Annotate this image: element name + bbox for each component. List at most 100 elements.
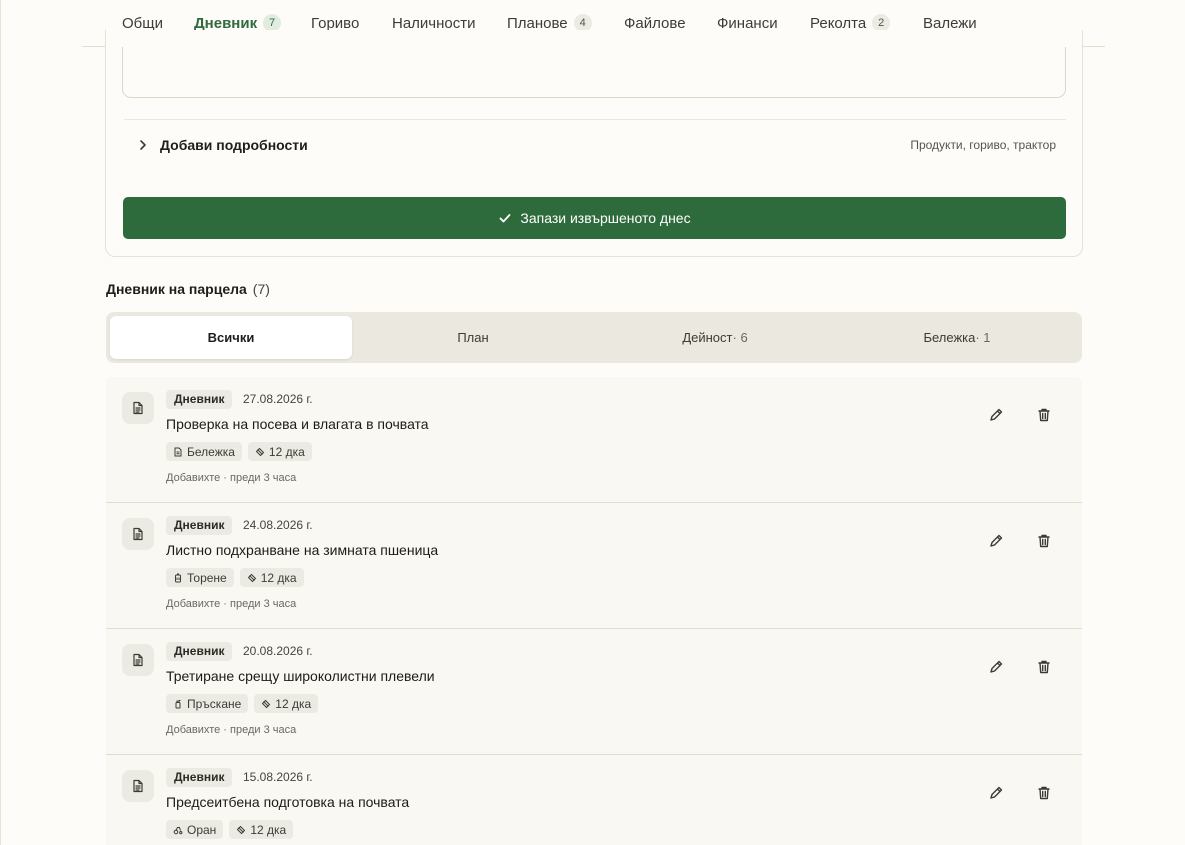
tractor-icon bbox=[173, 826, 183, 834]
entry-chips: Пръскане 12 дка bbox=[166, 694, 319, 713]
journal-title: Дневник на парцела bbox=[106, 281, 247, 297]
entry-type-badge: Дневник bbox=[166, 516, 233, 535]
filter-label: Бележка bbox=[923, 330, 976, 345]
delete-button[interactable] bbox=[1034, 657, 1054, 677]
edit-button[interactable] bbox=[986, 657, 1006, 677]
pencil-icon bbox=[990, 408, 1003, 421]
entry-type-badge: Дневник bbox=[166, 390, 233, 409]
journal-entry: Дневник 27.08.2026 г. Проверка на посева… bbox=[106, 377, 1082, 503]
entry-date: 15.08.2026 г. bbox=[243, 770, 313, 784]
filter-label: Всички bbox=[207, 330, 255, 345]
add-details-toggle[interactable]: Добави подробности Продукти, гориво, тра… bbox=[124, 119, 1066, 169]
page: Общи Дневник 7 Гориво Наличности Планове… bbox=[0, 0, 1185, 845]
filter-all[interactable]: Всички bbox=[110, 316, 352, 359]
journal-form-card: Добави подробности Продукти, гориво, тра… bbox=[105, 30, 1083, 257]
filter-count: · 1 bbox=[975, 330, 991, 345]
chip-label: Бележка bbox=[187, 444, 235, 459]
entry-chip: 12 дка bbox=[239, 568, 304, 587]
entry-chip: 12 дка bbox=[247, 442, 312, 461]
pencil-icon bbox=[990, 786, 1003, 799]
edit-button[interactable] bbox=[986, 783, 1006, 803]
tab-label: Общи bbox=[122, 14, 163, 32]
pencil-icon bbox=[990, 660, 1003, 673]
entry-title: Листно подхранване на зимната пшеница bbox=[166, 542, 439, 558]
entry-chip: Пръскане bbox=[166, 694, 249, 713]
entry-meta: Добавихте · преди 3 часа bbox=[166, 724, 297, 736]
chevron-right-icon bbox=[140, 139, 146, 150]
add-details-hint: Продукти, гориво, трактор bbox=[910, 137, 1056, 152]
entry-chip: Торене bbox=[166, 568, 234, 587]
tab-label: Наличности bbox=[392, 14, 476, 32]
chip-label: 12 дка bbox=[268, 444, 305, 459]
save-button-label: Запази извършеното днес bbox=[520, 210, 691, 226]
notes-textarea[interactable] bbox=[122, 47, 1066, 98]
filter-note[interactable]: Бележка · 1 bbox=[836, 316, 1078, 359]
chip-label: Пръскане bbox=[187, 696, 242, 711]
journal-entry: Дневник 20.08.2026 г. Третиране срещу ши… bbox=[106, 629, 1082, 755]
entry-chip: Оран bbox=[166, 820, 224, 839]
chip-label: 12 дка bbox=[275, 696, 312, 711]
entry-chips: Оран 12 дка bbox=[166, 820, 294, 839]
document-icon bbox=[122, 644, 154, 676]
journal-entry: Дневник 15.08.2026 г. Предсеитбена подго… bbox=[106, 755, 1082, 845]
journal-filter-segmented: Всички План Дейност · 6 Бележка · 1 bbox=[106, 312, 1082, 363]
entry-chips: Бележка 12 дка bbox=[166, 442, 312, 461]
trash-icon bbox=[1038, 660, 1050, 674]
entry-title: Предсеитбена подготовка на почвата bbox=[166, 794, 410, 810]
check-icon bbox=[500, 214, 511, 223]
entry-chips: Торене 12 дка bbox=[166, 568, 304, 587]
pencil-icon bbox=[990, 534, 1003, 547]
filter-activity[interactable]: Дейност · 6 bbox=[594, 316, 836, 359]
area-icon bbox=[247, 573, 256, 582]
document-icon bbox=[122, 770, 154, 802]
chip-label: 12 дка bbox=[260, 570, 297, 585]
filter-label: Дейност bbox=[682, 330, 733, 345]
area-icon bbox=[255, 447, 265, 456]
tab-label: Валежи bbox=[923, 14, 977, 32]
area-icon bbox=[237, 825, 246, 834]
tab-label: Планове bbox=[507, 14, 568, 32]
entry-chip: 12 дка bbox=[229, 820, 294, 839]
spray-icon bbox=[175, 699, 181, 708]
fertilizer-icon bbox=[175, 573, 181, 582]
journal-count: (7) bbox=[252, 281, 270, 297]
entry-type-badge: Дневник bbox=[166, 768, 233, 787]
save-today-button[interactable]: Запази извършеното днес bbox=[123, 197, 1066, 239]
edit-button[interactable] bbox=[986, 405, 1006, 425]
entry-meta: Добавихте · преди 3 часа bbox=[166, 598, 297, 610]
journal-entry-list: Дневник 27.08.2026 г. Проверка на посева… bbox=[106, 377, 1082, 845]
tab-label: Гориво bbox=[311, 14, 360, 32]
trash-icon bbox=[1038, 786, 1050, 800]
chip-label: 12 дка bbox=[250, 822, 287, 837]
entry-date: 24.08.2026 г. bbox=[243, 518, 313, 532]
chip-label: Торене bbox=[187, 570, 227, 585]
entry-meta: Добавихте · преди 3 часа bbox=[166, 472, 297, 484]
edit-button[interactable] bbox=[986, 531, 1006, 551]
document-icon bbox=[122, 518, 154, 550]
entry-date: 20.08.2026 г. bbox=[243, 644, 313, 658]
delete-button[interactable] bbox=[1034, 783, 1054, 803]
filter-count: · 6 bbox=[732, 330, 748, 345]
chip-label: Оран bbox=[187, 822, 217, 837]
filter-label: План bbox=[457, 330, 489, 345]
tab-label: Файлове bbox=[624, 14, 686, 32]
filter-plan[interactable]: План bbox=[352, 316, 594, 359]
add-details-label: Добави подробности bbox=[160, 136, 308, 153]
delete-button[interactable] bbox=[1034, 531, 1054, 551]
tab-label: Финанси bbox=[717, 14, 778, 32]
journal-entry: Дневник 24.08.2026 г. Листно подхранване… bbox=[106, 503, 1082, 629]
tab-label: Реколта bbox=[810, 14, 867, 32]
delete-button[interactable] bbox=[1034, 405, 1054, 425]
entry-chip: Бележка bbox=[166, 442, 242, 461]
journal-heading: Дневник на парцела (7) bbox=[106, 281, 270, 297]
entry-title: Проверка на посева и влагата в почвата bbox=[166, 416, 429, 432]
trash-icon bbox=[1038, 534, 1050, 548]
trash-icon bbox=[1038, 408, 1050, 422]
area-icon bbox=[262, 699, 271, 708]
entry-title: Третиране срещу широколистни плевели bbox=[166, 668, 435, 684]
tab-label: Дневник bbox=[194, 14, 258, 32]
entry-date: 27.08.2026 г. bbox=[243, 392, 313, 406]
document-icon bbox=[122, 392, 154, 424]
entry-chip: 12 дка bbox=[254, 694, 319, 713]
entry-type-badge: Дневник bbox=[166, 642, 233, 661]
